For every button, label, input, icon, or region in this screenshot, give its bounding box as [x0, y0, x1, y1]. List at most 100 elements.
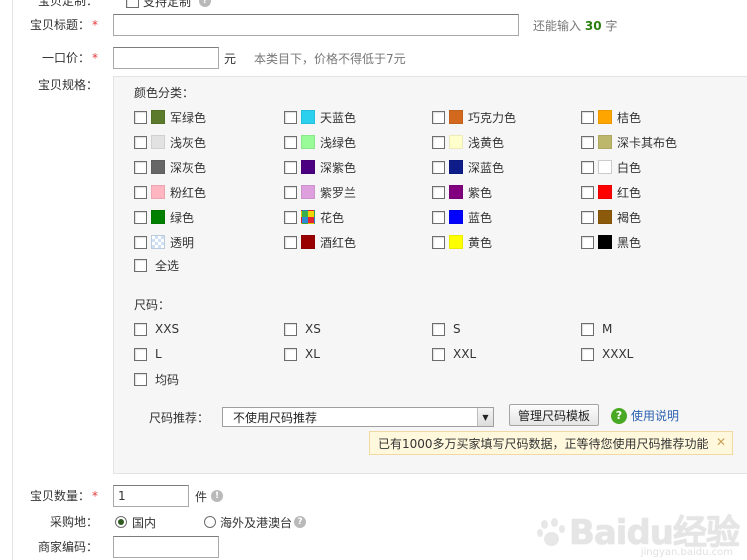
color-checkbox[interactable]: [581, 135, 594, 149]
size-checkbox[interactable]: [284, 347, 297, 361]
color-label: 黑色: [617, 235, 642, 250]
color-checkbox[interactable]: [134, 210, 147, 224]
color-swatch: [151, 235, 165, 249]
size-option[interactable]: XL: [284, 346, 320, 362]
color-option[interactable]: 酒红色: [284, 234, 356, 250]
color-label: 蓝色: [468, 210, 493, 225]
help-icon[interactable]: ?: [199, 0, 212, 7]
help-icon[interactable]: ?: [294, 516, 307, 528]
color-checkbox[interactable]: [284, 110, 297, 124]
color-checkbox[interactable]: [284, 135, 297, 149]
size-option[interactable]: XXXL: [581, 346, 633, 362]
size-checkbox[interactable]: [432, 347, 445, 361]
color-option[interactable]: 黄色: [432, 234, 492, 250]
size-checkbox[interactable]: [581, 322, 594, 336]
color-swatch: [151, 110, 165, 124]
color-checkbox[interactable]: [581, 160, 594, 174]
color-checkbox[interactable]: [432, 135, 445, 149]
quantity-input[interactable]: [113, 485, 189, 507]
size-checkbox[interactable]: [432, 322, 445, 336]
color-checkbox[interactable]: [432, 210, 445, 224]
color-option[interactable]: 粉红色: [134, 184, 206, 200]
merchant-code-input[interactable]: [113, 536, 219, 558]
color-checkbox[interactable]: [432, 160, 445, 174]
size-label: 均码: [155, 372, 180, 387]
color-checkbox[interactable]: [581, 210, 594, 224]
color-checkbox[interactable]: [581, 110, 594, 124]
size-label: M: [602, 322, 613, 336]
color-option[interactable]: 紫色: [432, 184, 492, 200]
color-option[interactable]: 浅灰色: [134, 134, 206, 150]
color-checkbox[interactable]: [581, 235, 594, 249]
size-option[interactable]: S: [432, 321, 461, 337]
color-checkbox[interactable]: [284, 185, 297, 199]
color-checkbox[interactable]: [134, 185, 147, 199]
color-checkbox[interactable]: [432, 235, 445, 249]
color-swatch: [301, 185, 315, 199]
price-input[interactable]: [113, 47, 219, 69]
chevron-down-icon[interactable]: ▼: [477, 408, 493, 426]
color-option[interactable]: 深灰色: [134, 159, 206, 175]
color-option[interactable]: 透明: [134, 234, 194, 250]
title-input[interactable]: [113, 14, 519, 36]
select-all-label: 全选: [155, 258, 180, 273]
size-option[interactable]: 均码: [134, 371, 179, 387]
size-recommend-select[interactable]: 不使用尺码推荐 ▼: [222, 407, 494, 427]
color-swatch: [598, 235, 612, 249]
close-icon[interactable]: ✕: [716, 435, 726, 449]
color-option[interactable]: 天蓝色: [284, 109, 356, 125]
size-checkbox[interactable]: [134, 322, 147, 336]
size-option[interactable]: M: [581, 321, 612, 337]
color-option[interactable]: 蓝色: [432, 209, 492, 225]
info-icon[interactable]: !: [211, 490, 224, 502]
spec-row: 宝贝规格：: [0, 74, 98, 96]
color-option[interactable]: 桔色: [581, 109, 641, 125]
purchase-domestic-radio[interactable]: [115, 516, 127, 528]
color-checkbox[interactable]: [134, 160, 147, 174]
size-option[interactable]: XS: [284, 321, 321, 337]
color-swatch: [151, 135, 165, 149]
color-checkbox[interactable]: [134, 235, 147, 249]
color-option[interactable]: 红色: [581, 184, 641, 200]
color-option[interactable]: 深蓝色: [432, 159, 504, 175]
color-checkbox[interactable]: [432, 185, 445, 199]
color-option[interactable]: 深紫色: [284, 159, 356, 175]
select-all-option[interactable]: 全选: [134, 257, 179, 273]
color-option[interactable]: 浅黄色: [432, 134, 504, 150]
help-link[interactable]: ? 使用说明: [611, 407, 679, 424]
size-checkbox[interactable]: [134, 372, 147, 386]
size-option[interactable]: XXL: [432, 346, 476, 362]
color-checkbox[interactable]: [134, 135, 147, 149]
color-option[interactable]: 军绿色: [134, 109, 206, 125]
size-label: XXS: [155, 322, 180, 336]
color-checkbox[interactable]: [284, 160, 297, 174]
color-checkbox[interactable]: [284, 235, 297, 249]
size-checkbox[interactable]: [284, 322, 297, 336]
color-checkbox[interactable]: [134, 110, 147, 124]
size-label: XXL: [453, 347, 477, 361]
color-option[interactable]: 绿色: [134, 209, 194, 225]
color-option[interactable]: 花色: [284, 209, 344, 225]
color-option[interactable]: 巧克力色: [432, 109, 516, 125]
color-swatch: [598, 135, 612, 149]
color-checkbox[interactable]: [581, 185, 594, 199]
size-option[interactable]: XXS: [134, 321, 179, 337]
size-label: S: [453, 322, 461, 336]
color-checkbox[interactable]: [432, 110, 445, 124]
color-option[interactable]: 浅绿色: [284, 134, 356, 150]
color-option[interactable]: 紫罗兰: [284, 184, 356, 200]
size-checkbox[interactable]: [134, 347, 147, 361]
size-option[interactable]: L: [134, 346, 162, 362]
help-link-label[interactable]: 使用说明: [631, 407, 679, 424]
size-recommend-value: 不使用尺码推荐: [233, 410, 318, 425]
size-checkbox[interactable]: [581, 347, 594, 361]
custom-checkbox[interactable]: [126, 0, 139, 8]
purchase-overseas-radio[interactable]: [204, 516, 217, 528]
color-option[interactable]: 褐色: [581, 209, 641, 225]
color-option[interactable]: 深卡其布色: [581, 134, 677, 150]
color-option[interactable]: 白色: [581, 159, 641, 175]
color-checkbox[interactable]: [284, 210, 297, 224]
select-all-checkbox[interactable]: [134, 258, 147, 272]
manage-size-template-button[interactable]: 管理尺码模板: [509, 404, 600, 426]
color-option[interactable]: 黑色: [581, 234, 641, 250]
